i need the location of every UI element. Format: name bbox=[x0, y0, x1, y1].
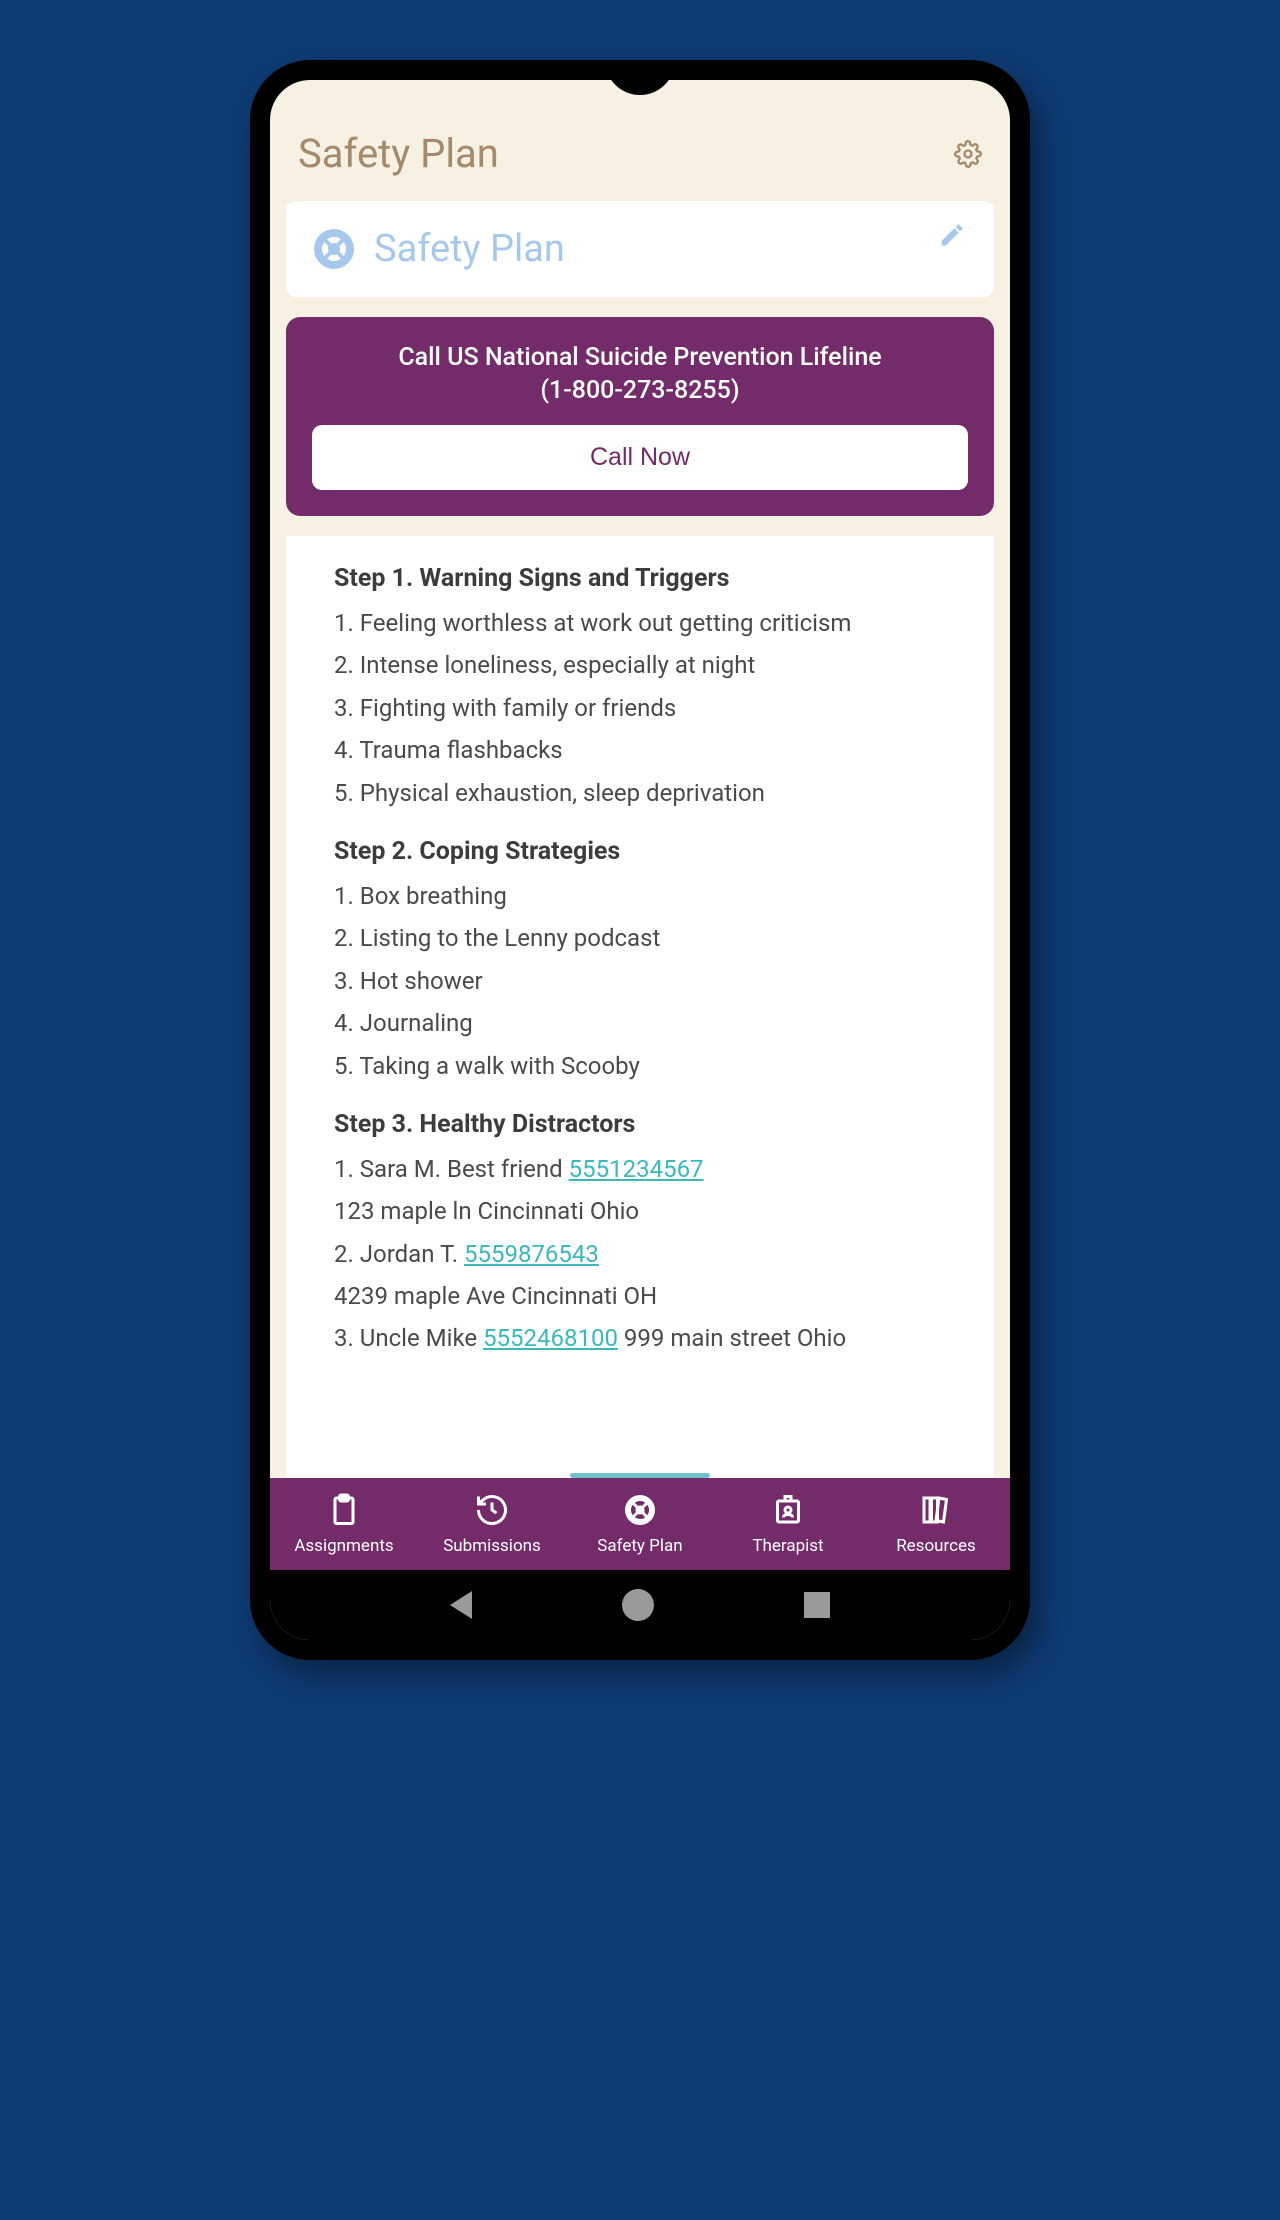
content-area: Step 1. Warning Signs and Triggers 1. Fe… bbox=[286, 536, 994, 1478]
step-1-title: Step 1. Warning Signs and Triggers bbox=[334, 564, 958, 593]
step-2-block: Step 2. Coping Strategies 1. Box breathi… bbox=[334, 837, 958, 1082]
call-now-button[interactable]: Call Now bbox=[312, 425, 968, 490]
nav-active-indicator bbox=[570, 1473, 710, 1478]
books-icon bbox=[918, 1492, 954, 1528]
list-item: 123 maple ln Cincinnati Ohio bbox=[334, 1195, 958, 1227]
history-icon bbox=[474, 1492, 510, 1528]
phone-link[interactable]: 5552468100 bbox=[483, 1324, 618, 1352]
list-item: 2. Listing to the Lenny podcast bbox=[334, 922, 958, 954]
list-item: 2. Jordan T. 5559876543 bbox=[334, 1238, 958, 1270]
list-item: 4239 maple Ave Cincinnati OH bbox=[334, 1280, 958, 1312]
system-back-button[interactable] bbox=[450, 1591, 472, 1619]
list-item: 3. Hot shower bbox=[334, 965, 958, 997]
card-title: Safety Plan bbox=[374, 227, 565, 271]
life-ring-icon bbox=[310, 225, 358, 273]
id-badge-icon bbox=[770, 1492, 806, 1528]
safety-plan-card: Safety Plan bbox=[286, 201, 994, 297]
step-2-title: Step 2. Coping Strategies bbox=[334, 837, 958, 866]
nav-label: Therapist bbox=[752, 1536, 823, 1556]
nav-label: Submissions bbox=[443, 1536, 541, 1556]
list-item: 1. Box breathing bbox=[334, 880, 958, 912]
nav-label: Resources bbox=[896, 1536, 976, 1556]
app-header: Safety Plan bbox=[270, 80, 1010, 201]
nav-safety-plan[interactable]: Safety Plan bbox=[570, 1492, 710, 1556]
system-home-button[interactable] bbox=[622, 1589, 654, 1621]
nav-label: Safety Plan bbox=[597, 1536, 682, 1556]
step-1-block: Step 1. Warning Signs and Triggers 1. Fe… bbox=[334, 564, 958, 809]
lifeline-title: Call US National Suicide Prevention Life… bbox=[312, 343, 968, 372]
life-ring-icon bbox=[622, 1492, 658, 1528]
list-item: 5. Taking a walk with Scooby bbox=[334, 1050, 958, 1082]
lifeline-panel: Call US National Suicide Prevention Life… bbox=[286, 317, 994, 516]
nav-resources[interactable]: Resources bbox=[866, 1492, 1006, 1556]
bottom-nav: Assignments Submissions Safety Plan Ther… bbox=[270, 1478, 1010, 1570]
nav-label: Assignments bbox=[294, 1536, 393, 1556]
list-item: 4. Journaling bbox=[334, 1007, 958, 1039]
list-item: 2. Intense loneliness, especially at nig… bbox=[334, 649, 958, 681]
nav-submissions[interactable]: Submissions bbox=[422, 1492, 562, 1556]
phone-screen: Safety Plan Safety Plan Ca bbox=[270, 80, 1010, 1640]
phone-link[interactable]: 5559876543 bbox=[464, 1240, 599, 1268]
list-item: 1. Feeling worthless at work out getting… bbox=[334, 607, 958, 639]
lifeline-number: (1-800-273-8255) bbox=[312, 376, 968, 405]
gear-icon[interactable] bbox=[954, 140, 982, 168]
phone-frame: Safety Plan Safety Plan Ca bbox=[250, 60, 1030, 1660]
nav-therapist[interactable]: Therapist bbox=[718, 1492, 858, 1556]
clipboard-icon bbox=[326, 1492, 362, 1528]
pencil-icon[interactable] bbox=[938, 221, 966, 249]
list-item: 1. Sara M. Best friend 5551234567 bbox=[334, 1153, 958, 1185]
list-item: 3. Uncle Mike 5552468100 999 main street… bbox=[334, 1322, 958, 1354]
android-system-bar bbox=[270, 1570, 1010, 1640]
page-title: Safety Plan bbox=[298, 130, 499, 177]
nav-assignments[interactable]: Assignments bbox=[274, 1492, 414, 1556]
list-item: 4. Trauma flashbacks bbox=[334, 734, 958, 766]
system-recent-button[interactable] bbox=[804, 1592, 830, 1618]
list-item: 5. Physical exhaustion, sleep deprivatio… bbox=[334, 777, 958, 809]
phone-link[interactable]: 5551234567 bbox=[569, 1155, 704, 1183]
step-3-block: Step 3. Healthy Distractors 1. Sara M. B… bbox=[334, 1110, 958, 1355]
list-item: 3. Fighting with family or friends bbox=[334, 692, 958, 724]
step-3-title: Step 3. Healthy Distractors bbox=[334, 1110, 958, 1139]
